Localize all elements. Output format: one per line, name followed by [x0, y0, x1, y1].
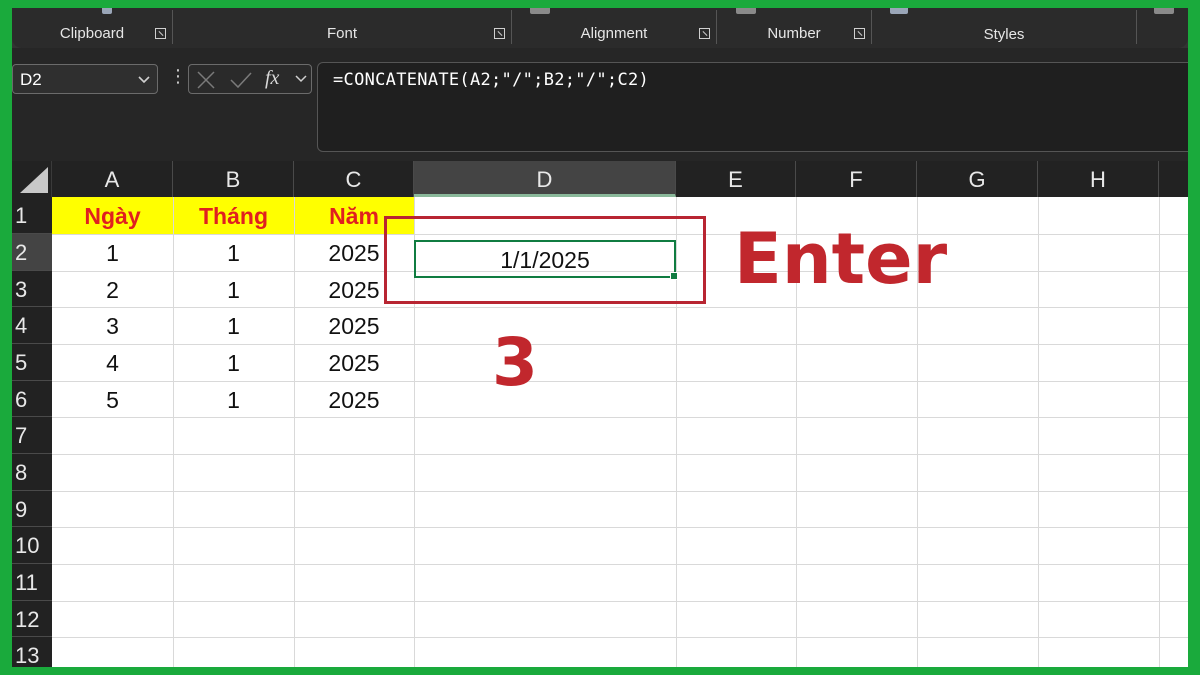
column-header-f[interactable]: F — [796, 161, 917, 197]
formula-text: =CONCATENATE(A2;"/";B2;"/";C2) — [333, 70, 650, 90]
gridline — [1038, 197, 1039, 667]
row-header-7[interactable]: 7 — [12, 417, 52, 454]
highlight-box — [384, 216, 706, 304]
cell-a1[interactable]: Ngày — [52, 197, 173, 234]
ribbon-separator — [1136, 10, 1137, 44]
cell-b1[interactable]: Tháng — [173, 197, 294, 234]
worksheet-grid[interactable]: A B C D E F G H 1 2 3 4 5 6 7 8 9 10 11 … — [12, 161, 1188, 667]
row-header-5[interactable]: 5 — [12, 344, 52, 381]
cell-b3[interactable]: 1 — [173, 271, 294, 308]
group-label: Alignment — [580, 25, 648, 42]
cancel-icon[interactable] — [195, 70, 217, 90]
name-box-value: D2 — [20, 70, 42, 89]
row-header-9[interactable]: 9 — [12, 491, 52, 527]
cell-b6[interactable]: 1 — [173, 381, 294, 418]
column-header-g[interactable]: G — [917, 161, 1038, 197]
gridline — [52, 637, 1188, 638]
chevron-down-icon[interactable] — [137, 72, 151, 86]
column-header-b[interactable]: B — [173, 161, 294, 197]
ribbon-group-number: Number — [717, 8, 871, 48]
row-header-11[interactable]: 11 — [12, 564, 52, 601]
dialog-launcher-icon[interactable] — [155, 28, 166, 39]
ribbon-group-clipboard: Clipboard — [12, 8, 172, 48]
select-all-corner[interactable] — [12, 161, 52, 197]
cell-c5[interactable]: 2025 — [294, 344, 414, 381]
group-label: Number — [767, 25, 821, 42]
gridline — [1159, 197, 1160, 667]
cell-b4[interactable]: 1 — [173, 307, 294, 344]
column-header-d[interactable]: D — [414, 161, 676, 197]
insert-cells-icon[interactable] — [1154, 8, 1174, 14]
row-header-6[interactable]: 6 — [12, 381, 52, 417]
cell-a4[interactable]: 3 — [52, 307, 173, 344]
row-header-3[interactable]: 3 — [12, 271, 52, 307]
row-header-12[interactable]: 12 — [12, 601, 52, 637]
gridline — [52, 601, 1188, 602]
ribbon-group-styles: Styles — [872, 8, 1136, 48]
column-header-h[interactable]: H — [1038, 161, 1159, 197]
column-header-a[interactable]: A — [52, 161, 173, 197]
cell-b2[interactable]: 1 — [173, 234, 294, 271]
row-header-10[interactable]: 10 — [12, 527, 52, 564]
group-label: Styles — [983, 26, 1025, 43]
column-header-partial[interactable] — [1159, 161, 1188, 197]
cell-c4[interactable]: 2025 — [294, 307, 414, 344]
group-label: Clipboard — [59, 25, 125, 42]
more-options-icon[interactable]: ⋮ — [169, 66, 187, 87]
dialog-launcher-icon[interactable] — [494, 28, 505, 39]
formula-buttons: fx — [188, 64, 312, 94]
insert-function-icon[interactable]: fx — [265, 67, 279, 90]
chevron-down-icon[interactable] — [294, 73, 308, 85]
cell-a6[interactable]: 5 — [52, 381, 173, 418]
enter-annotation: Enter — [734, 218, 948, 300]
column-header-e[interactable]: E — [676, 161, 796, 197]
row-header-4[interactable]: 4 — [12, 307, 52, 344]
row-header-13[interactable]: 13 — [12, 637, 52, 667]
ribbon-group-font: Font — [173, 8, 511, 48]
dialog-launcher-icon[interactable] — [854, 28, 865, 39]
select-all-triangle-icon — [20, 167, 48, 193]
ribbon: Clipboard Font Alignment Number Styles — [12, 8, 1188, 48]
formula-input[interactable]: =CONCATENATE(A2;"/";B2;"/";C2) — [317, 62, 1188, 152]
cell-a2[interactable]: 1 — [52, 234, 173, 271]
dialog-launcher-icon[interactable] — [699, 28, 710, 39]
cell-a3[interactable]: 2 — [52, 271, 173, 308]
enter-check-icon[interactable] — [229, 70, 253, 90]
cell-a5[interactable]: 4 — [52, 344, 173, 381]
ribbon-group-alignment: Alignment — [512, 8, 716, 48]
gridline — [52, 454, 1188, 455]
gridline — [52, 527, 1188, 528]
cell-b5[interactable]: 1 — [173, 344, 294, 381]
row-header-8[interactable]: 8 — [12, 454, 52, 491]
excel-window: Clipboard Font Alignment Number Styles D… — [12, 8, 1188, 667]
formula-bar-area: D2 ⋮ fx =CONCATENATE(A2;"/";B2;"/";C2) — [12, 48, 1188, 161]
ribbon-group-labels: Clipboard Font Alignment Number Styles — [12, 8, 1188, 48]
name-box[interactable]: D2 — [12, 64, 158, 94]
gridline — [52, 564, 1188, 565]
step-number-annotation: 3 — [492, 324, 538, 401]
row-header-1[interactable]: 1 — [12, 197, 52, 234]
row-header-2[interactable]: 2 — [12, 234, 52, 271]
group-label: Font — [326, 25, 357, 42]
gridline — [52, 491, 1188, 492]
column-header-c[interactable]: C — [294, 161, 414, 197]
cell-c6[interactable]: 2025 — [294, 381, 414, 418]
